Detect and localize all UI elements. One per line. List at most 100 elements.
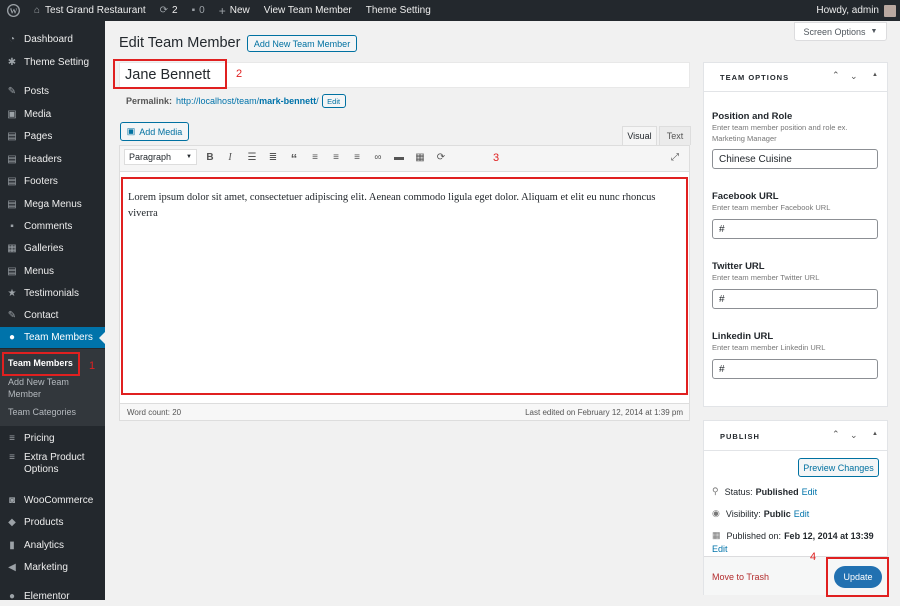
site-name-link[interactable]: ⌂ Test Grand Restaurant — [27, 0, 153, 21]
sidebar-item-testimonials[interactable]: ★ Testimonials — [0, 283, 105, 303]
preview-changes-button[interactable]: Preview Changes — [798, 458, 879, 477]
bullet-list-icon[interactable]: ☰ — [245, 152, 259, 163]
sidebar-item-label: Analytics — [24, 539, 65, 551]
sidebar-item-label: Pages — [24, 130, 53, 142]
annotation-number-1: 1 — [89, 360, 96, 372]
sidebar-item-woocommerce[interactable]: ◙ WooCommerce — [0, 490, 105, 510]
sidebar-item-marketing[interactable]: ◀ Marketing — [0, 557, 105, 577]
add-new-team-member-button[interactable]: Add New Team Member — [247, 35, 357, 52]
sidebar-item-posts[interactable]: ✎ Posts — [0, 81, 105, 101]
move-down-icon[interactable]: ⌄ — [850, 71, 858, 82]
align-left-icon[interactable]: ≡ — [308, 152, 322, 163]
collapse-icon[interactable]: ▲ — [872, 431, 878, 437]
caret-down-icon: ▼ — [870, 28, 878, 35]
move-up-icon[interactable]: ⌃ — [832, 70, 840, 81]
annotation-box-2 — [113, 59, 227, 89]
sidebar-item-pages[interactable]: ▤ Pages — [0, 126, 105, 146]
eye-icon: ◉ — [712, 508, 720, 518]
refresh-icon[interactable]: ⟳ — [434, 152, 448, 163]
screen-options-label: Screen Options — [803, 26, 866, 37]
sidebar-item-pricing[interactable]: ≡ Pricing — [0, 428, 105, 448]
sidebar-item-dashboard[interactable]: ◔ Dashboard — [0, 29, 105, 49]
published-value: Feb 12, 2014 at 13:39 — [784, 530, 874, 541]
tab-visual[interactable]: Visual — [622, 126, 657, 145]
comments-link[interactable]: ▪ 0 — [185, 0, 212, 21]
italic-icon[interactable]: I — [223, 152, 237, 163]
position-role-input[interactable]: Chinese Cuisine — [712, 149, 878, 169]
annotation-number-4: 4 — [810, 551, 817, 563]
numbered-list-icon[interactable]: ≣ — [266, 152, 280, 163]
annotation-number-2: 2 — [236, 68, 243, 80]
sidebar-item-mega-menus[interactable]: ▤ Mega Menus — [0, 194, 105, 214]
screen-options-button[interactable]: Screen Options ▼ — [794, 22, 887, 41]
align-right-icon[interactable]: ≡ — [350, 152, 364, 163]
sidebar-item-headers[interactable]: ▤ Headers — [0, 149, 105, 169]
published-on-row: ▦ Published on: Feb 12, 2014 at 13:39 — [712, 530, 874, 541]
team-options-box: TEAM OPTIONS ⌃ ⌄ ▲ Position and Role Ent… — [703, 62, 888, 407]
last-edited: Last edited on February 12, 2014 at 1:39… — [525, 408, 683, 417]
toolbar-toggle-icon[interactable]: ▦ — [413, 152, 427, 163]
comments-count: 0 — [199, 5, 205, 16]
megaphone-icon: ◀ — [8, 561, 16, 573]
permalink-edit-button[interactable]: Edit — [321, 94, 346, 108]
tab-text[interactable]: Text — [659, 126, 691, 145]
wordpress-logo-icon[interactable]: W — [0, 0, 27, 21]
add-media-button[interactable]: ▣ Add Media — [120, 122, 189, 141]
collapse-icon[interactable]: ▲ — [872, 72, 878, 78]
sidebar-item-menus[interactable]: ▤ Menus — [0, 261, 105, 281]
format-select[interactable]: Paragraph ▼ — [124, 149, 197, 165]
sidebar-item-extra-product-options[interactable]: ≡ Extra Product Options — [0, 452, 105, 478]
sidebar-item-label: Extra Product Options — [24, 452, 85, 475]
fullscreen-icon[interactable]: ⤢ — [668, 152, 682, 163]
blockquote-icon[interactable]: “ — [287, 151, 301, 166]
sidebar-item-media[interactable]: ▣ Media — [0, 104, 105, 124]
word-count: Word count: 20 — [127, 408, 182, 417]
sidebar-item-label: Posts — [24, 85, 50, 97]
sidebar-item-team-members[interactable]: ● Team Members — [0, 327, 105, 348]
sidebar-item-theme-setting[interactable]: ✱ Theme Setting — [0, 52, 105, 72]
move-down-icon[interactable]: ⌄ — [850, 430, 858, 441]
sidebar-item-comments[interactable]: ▪ Comments — [0, 216, 105, 236]
sidebar-item-label: Team Members — [24, 332, 93, 343]
submenu-add-new-team-member[interactable]: Add New Team Member — [8, 376, 88, 400]
sidebar-item-footers[interactable]: ▤ Footers — [0, 171, 105, 191]
avatar — [884, 4, 896, 17]
visibility-edit-link[interactable]: Edit — [794, 509, 810, 519]
add-media-label: Add Media — [139, 126, 183, 137]
linkedin-url-input[interactable]: # — [712, 359, 878, 379]
bold-icon[interactable]: B — [203, 152, 217, 163]
align-center-icon[interactable]: ≡ — [329, 152, 343, 163]
sidebar-item-contact[interactable]: ✎ Contact — [0, 305, 105, 325]
move-to-trash-link[interactable]: Move to Trash — [712, 572, 769, 582]
sidebar-item-products[interactable]: ◆ Products — [0, 512, 105, 532]
sidebar-item-label: Theme Setting — [24, 56, 90, 68]
status-edit-link[interactable]: Edit — [802, 487, 818, 497]
status-value: Published — [755, 486, 799, 497]
annotation-box-3 — [121, 177, 688, 395]
twitter-url-input[interactable]: # — [712, 289, 878, 309]
submenu-team-categories[interactable]: Team Categories — [8, 406, 76, 418]
view-team-member-link[interactable]: View Team Member — [257, 0, 359, 21]
updates-link[interactable]: ⟳ 2 — [153, 0, 185, 21]
sidebar-item-elementor[interactable]: ● Elementor — [0, 586, 105, 606]
published-edit-link[interactable]: Edit — [712, 544, 728, 554]
read-more-icon[interactable]: ▬ — [392, 152, 406, 163]
theme-setting-link[interactable]: Theme Setting — [359, 0, 438, 21]
comment-icon: ▪ — [10, 220, 14, 232]
sidebar-item-analytics[interactable]: ▮ Analytics — [0, 535, 105, 555]
move-up-icon[interactable]: ⌃ — [832, 429, 840, 440]
link-icon[interactable]: ∞ — [371, 152, 385, 163]
star-icon: ★ — [7, 287, 17, 299]
facebook-url-input[interactable]: # — [712, 219, 878, 239]
visibility-row: ◉ Visibility: Public Edit — [712, 508, 809, 519]
sidebar-item-galleries[interactable]: ▦ Galleries — [0, 238, 105, 258]
new-content-link[interactable]: + New — [212, 0, 257, 21]
account-menu[interactable]: Howdy, admin — [809, 0, 900, 21]
twitter-url-desc: Enter team member Twitter URL — [712, 273, 820, 282]
pin-icon: ⚲ — [712, 486, 719, 496]
permalink-row: Permalink: http://localhost/team/mark-be… — [126, 94, 346, 108]
gear-icon: ✱ — [7, 56, 17, 68]
permalink-link[interactable]: http://localhost/team/mark-bennett/ — [176, 96, 319, 106]
position-role-desc: Enter team member position and role ex. … — [712, 123, 848, 143]
facebook-url-desc: Enter team member Facebook URL — [712, 203, 831, 212]
